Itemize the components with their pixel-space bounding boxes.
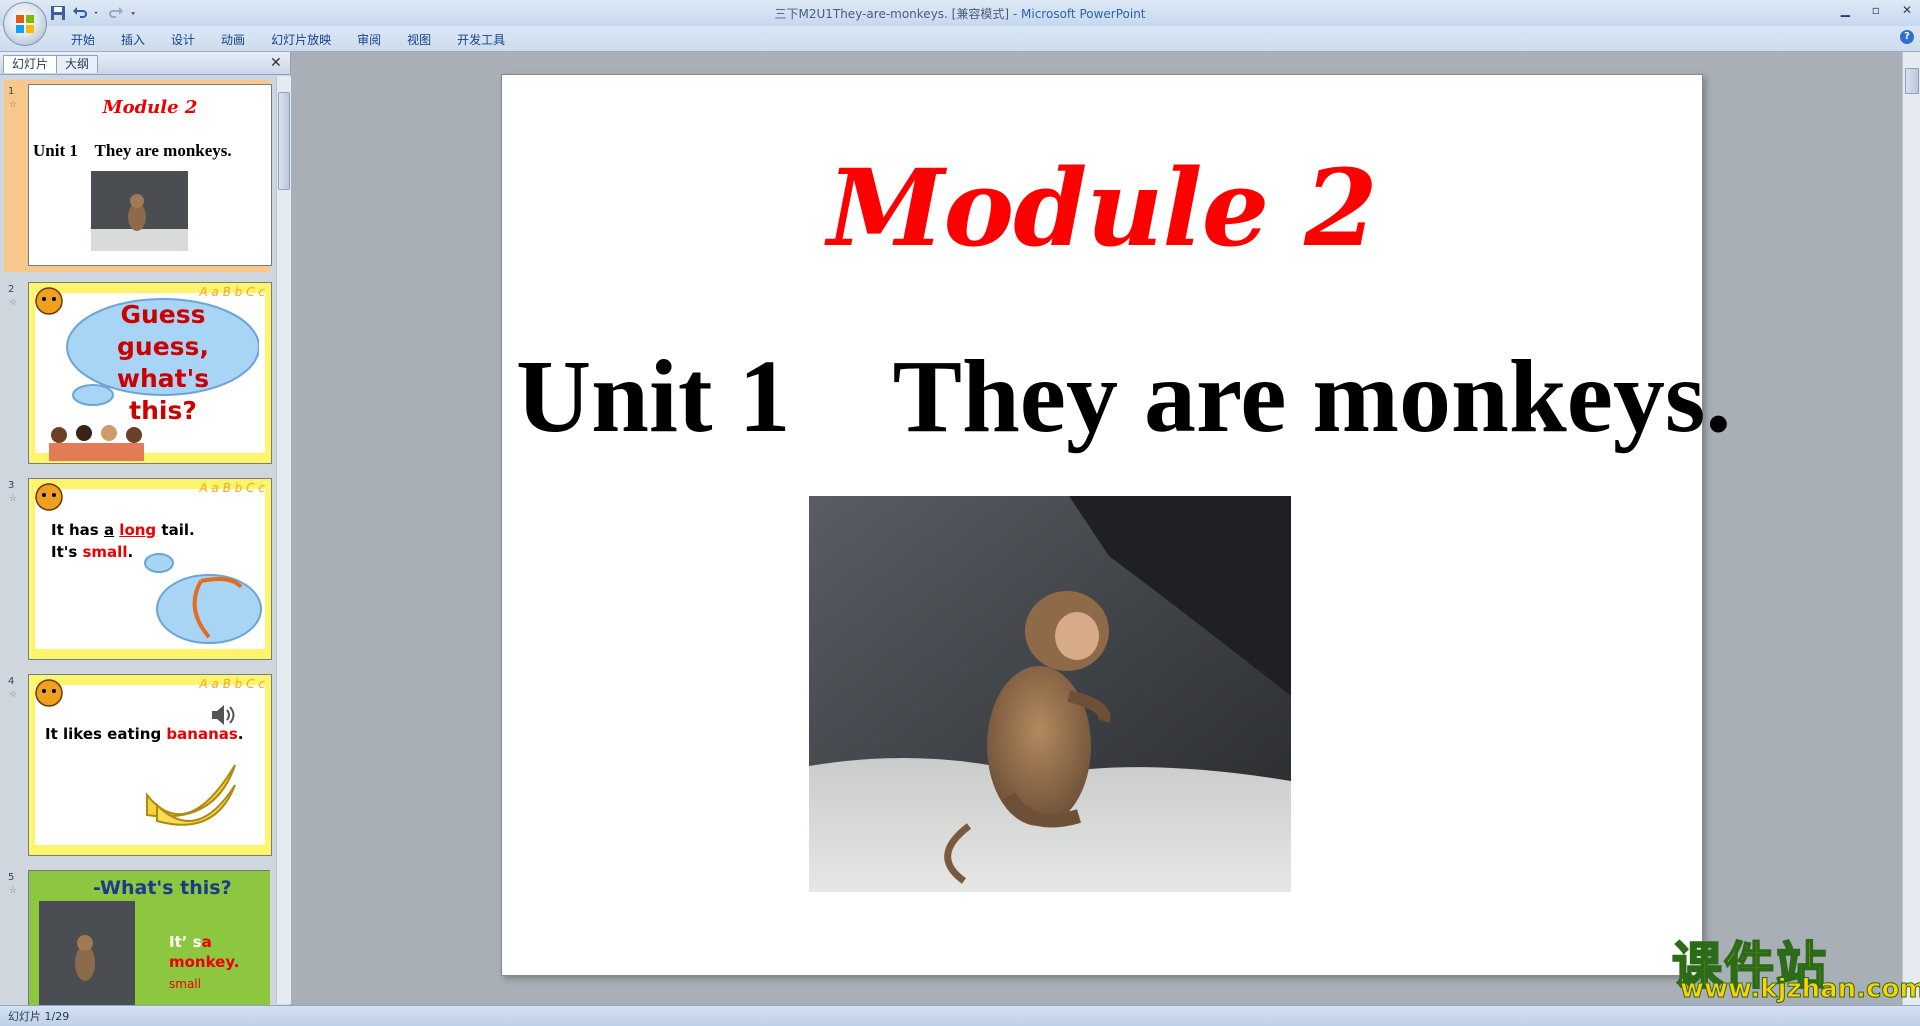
thumb-text-line: what's this?	[116, 364, 210, 425]
tab-home[interactable]: 开始	[58, 29, 108, 50]
thumb-text: It likes eating bananas.	[45, 725, 244, 743]
thumb-abc-strip: A a B b C c	[199, 677, 265, 691]
editor-scrollbar[interactable]	[1902, 52, 1920, 1005]
banana-icon	[146, 764, 236, 826]
slide-thumbnail-3[interactable]: 3 ☆ A a B b C c It has a long tail. It's…	[4, 474, 272, 664]
watermark-logo: 课件站 www.kjzhan.com	[1671, 926, 1920, 1005]
thumbnail-preview: -What's this? It’ sa monkey. small	[28, 870, 270, 1005]
thumb-abc-strip: A a B b C c	[199, 481, 265, 495]
thumb-text-part: bananas	[166, 725, 238, 743]
tab-design[interactable]: 设计	[158, 29, 208, 50]
slide-pane-scrollbar[interactable]	[276, 76, 291, 1004]
title-separator: -	[1009, 7, 1022, 21]
ribbon-tabs: 开始 插入 设计 动画 幻灯片放映 审阅 视图 开发工具	[58, 29, 518, 50]
transition-icon: ☆	[9, 100, 18, 110]
tiger-icon	[35, 287, 63, 315]
pane-close-icon[interactable]: ✕	[270, 55, 282, 71]
thumb-unit-title: Unit 1 They are monkeys.	[33, 141, 232, 160]
speaker-icon[interactable]	[209, 703, 237, 727]
tab-animations[interactable]: 动画	[208, 29, 258, 50]
slide-counter: 幻灯片 1/29	[8, 1010, 70, 1023]
thumb-text-part: small	[82, 543, 128, 561]
thumb-monkey-photo	[39, 901, 135, 1005]
transition-icon: ☆	[9, 494, 18, 504]
thumb-module-title: Module 2	[102, 97, 198, 118]
thumb-text-part: It likes eating	[45, 725, 167, 743]
tab-review[interactable]: 审阅	[344, 29, 394, 50]
minimize-button[interactable]: ▁	[1841, 3, 1850, 17]
thumb-text-part: It's	[51, 543, 83, 561]
slide-pane-tabs: 幻灯片 大纲	[0, 52, 290, 75]
tab-developer[interactable]: 开发工具	[444, 29, 518, 50]
thumb-text: Guess guess, what's this?	[81, 299, 245, 427]
thumb-text-line: small	[169, 977, 201, 991]
tab-slide-show[interactable]: 幻灯片放映	[258, 29, 344, 50]
transition-icon: ☆	[9, 298, 18, 308]
app-name: Microsoft PowerPoint	[1021, 7, 1146, 21]
tab-view[interactable]: 视图	[394, 29, 444, 50]
slide-thumbnail-5[interactable]: 5 ☆ -What's this? It’ sa monkey. small	[4, 866, 270, 1005]
thumb-monkey-photo	[91, 171, 188, 251]
document-name: 三下M2U1They-are-monkeys. [兼容模式]	[774, 7, 1010, 21]
slide-number: 1	[8, 86, 15, 97]
slide-thumbnail-1[interactable]: 1 ☆ Module 2 Unit 1 They are monkeys.	[4, 80, 272, 272]
thumbnail-preview: Module 2 Unit 1 They are monkeys.	[28, 84, 272, 266]
thumb-text-part: tail.	[161, 521, 195, 539]
thumb-text-line: It’ sa	[169, 933, 212, 951]
thumb-text-part: .	[127, 543, 134, 561]
window-controls: ▁ ▫ ✕	[1841, 3, 1912, 17]
tab-slides[interactable]: 幻灯片	[3, 55, 58, 73]
slide-canvas[interactable]: Module 2 Unit 1 They are monkeys.	[501, 74, 1731, 976]
thumb-text-line: monkey.	[169, 953, 240, 971]
slide-thumbnail-4[interactable]: 4 ☆ A a B b C c It likes eating bananas.	[4, 670, 272, 860]
slide-pane-scroll-thumb[interactable]	[278, 92, 290, 190]
slide-number: 3	[8, 480, 15, 491]
thumbnail-preview: A a B b C c It has a long tail. It's sma…	[28, 478, 272, 660]
thumb-text-part: .	[237, 725, 244, 743]
transition-icon: ☆	[9, 690, 18, 700]
office-logo-icon	[16, 15, 34, 33]
help-icon[interactable]: ?	[1900, 30, 1914, 44]
thought-cloud-tail-icon	[144, 553, 262, 644]
monkey-photo[interactable]	[809, 496, 1291, 892]
slide-number: 4	[8, 676, 15, 687]
transition-icon: ☆	[9, 886, 18, 896]
thumb-text-part: It has	[51, 521, 104, 539]
watermark-url: www.kjzhan.com	[1679, 974, 1920, 1005]
slide-thumbnail-2[interactable]: 2 ☆ A a B b C c Guess guess, what's this?	[4, 278, 272, 468]
tiger-icon	[35, 483, 63, 511]
editor-scroll-thumb[interactable]	[1905, 68, 1919, 94]
thumb-text-part: long	[119, 521, 157, 539]
thumbnail-preview: A a B b C c Guess guess, what's this?	[28, 282, 272, 464]
close-button[interactable]: ✕	[1902, 3, 1912, 17]
thumb-text-part: a	[201, 933, 212, 951]
slide-number: 5	[8, 872, 15, 883]
window-title: 三下M2U1They-are-monkeys. [兼容模式] - Microso…	[0, 5, 1920, 22]
thumb-title: -What's this?	[93, 877, 232, 899]
office-button[interactable]	[3, 2, 47, 46]
maximize-button[interactable]: ▫	[1872, 3, 1880, 17]
tiger-icon	[35, 679, 63, 707]
thumb-text-part: a	[103, 521, 115, 539]
thumbnail-preview: A a B b C c It likes eating bananas.	[28, 674, 272, 856]
thumb-text-line: Guess guess,	[117, 300, 209, 361]
status-bar	[0, 1005, 1920, 1026]
tab-outline[interactable]: 大纲	[56, 55, 99, 73]
slide-number: 2	[8, 284, 15, 295]
tab-insert[interactable]: 插入	[108, 29, 158, 50]
thumb-text-part: It’ s	[169, 933, 202, 951]
slide-module-title[interactable]: Module 2	[502, 145, 1702, 270]
slide-unit-title[interactable]: Unit 1 They are monkeys.	[516, 337, 1731, 456]
children-illustration	[49, 425, 144, 461]
